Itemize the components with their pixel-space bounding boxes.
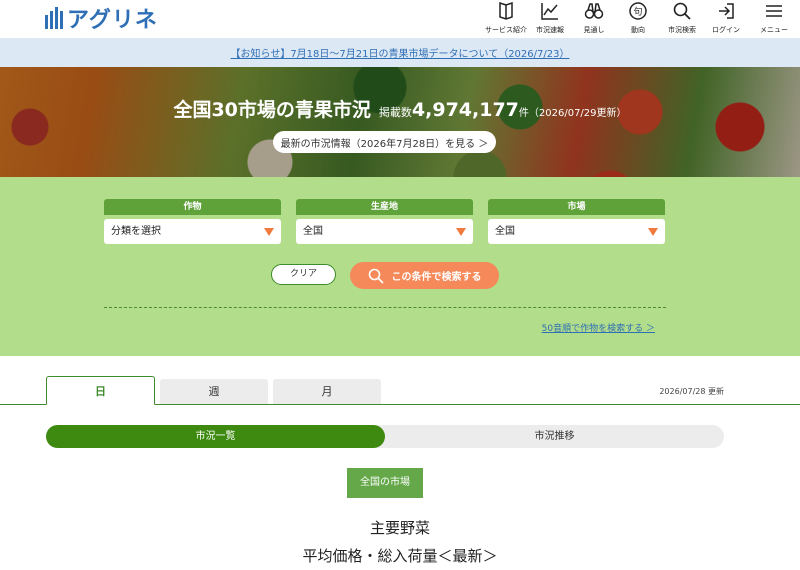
tab-week[interactable]: 週 [160,379,268,404]
segment-market-trend[interactable]: 市況推移 [385,425,724,448]
hero-overlay [0,67,800,177]
notice-link[interactable]: 【お知らせ】7月18日〜7月21日の青果市場データについて（2026/7/23） [231,45,570,60]
origin-field: 生産地 全国 [296,199,473,244]
update-date: 2026/07/28 更新 [659,387,724,396]
nav-trend-label: 動向 [631,26,645,34]
notice-bar: 【お知らせ】7月18日〜7月21日の青果市場データについて（2026/7/23） [0,38,800,67]
search-icon [673,2,691,20]
view-switch: 市況一覧 市況推移 [46,425,724,448]
dropdown-arrow-icon [648,228,658,236]
nav-outlook[interactable]: 見通し [572,0,616,38]
hero-count-unit: 件 [518,108,529,119]
nav-login-label: ログイン [712,26,740,34]
site-header: アグリネ サービス紹介 市況速報 見通し 句 動向 市況検索 ログイン メニュー [0,0,800,38]
nav-outlook-label: 見通し [583,26,605,34]
nav-menu-label: メニュー [760,26,788,34]
origin-select[interactable]: 全国 [296,219,473,244]
line-chart-icon [541,3,558,20]
site-logo[interactable]: アグリネ [45,5,158,33]
search-submit-button[interactable]: この条件で検索する [350,262,499,289]
hero-updated: （2026/07/29更新） [528,108,627,119]
section-title: 主要野菜 [369,519,430,537]
crop-select[interactable]: 分類を選択 [104,219,281,244]
nav-service[interactable]: サービス紹介 [484,0,528,38]
hero-banner: 全国30市場の青果市況 掲載数4,974,177件（2026/07/29更新） 最… [0,67,800,177]
hero-title: 全国30市場の青果市況 掲載数4,974,177件（2026/07/29更新） [0,95,800,122]
login-icon [719,3,734,19]
nav-market-search[interactable]: 市況検索 [660,0,704,38]
origin-select-value: 全国 [303,226,323,237]
logo-text: アグリネ [67,8,158,33]
hero-count: 4,974,177 [411,99,519,121]
latest-market-button[interactable]: 最新の市況情報（2026年7月28日）を見る ＞ [273,131,496,153]
tab-day[interactable]: 日 [46,376,155,405]
search-panel: 作物 分類を選択 生産地 全国 市場 全国 クリア この条件で検索する 50音順… [0,177,800,356]
nav-login[interactable]: ログイン [704,0,748,38]
market-select-value: 全国 [495,226,515,237]
svg-text:句: 句 [633,6,642,18]
nav-market-flash[interactable]: 市況速報 [528,0,572,38]
trend-badge-icon: 句 [629,2,647,20]
segment-market-list[interactable]: 市況一覧 [46,425,385,448]
global-nav: サービス紹介 市況速報 見通し 句 動向 市況検索 ログイン メニュー [484,0,800,38]
book-icon [499,1,513,20]
nav-service-label: サービス紹介 [485,26,527,34]
crop-select-value: 分類を選択 [111,226,161,237]
divider [104,307,666,308]
nav-market-flash-label: 市況速報 [536,26,564,34]
dropdown-arrow-icon [456,228,466,236]
hero-count-label: 掲載数 [378,106,412,119]
binoculars-icon [584,3,604,19]
tab-month[interactable]: 月 [273,379,381,404]
search-icon [368,268,384,284]
crop-field-label: 作物 [104,199,281,215]
search-submit-label: この条件で検索する [391,272,482,283]
section-subtitle: 平均価格・総入荷量＜最新＞ [302,547,498,565]
dropdown-arrow-icon [264,228,274,236]
nav-market-search-label: 市況検索 [668,26,696,34]
market-badge: 全国の市場 [347,468,423,498]
crop-field: 作物 分類を選択 [104,199,281,244]
nav-trend[interactable]: 句 動向 [616,0,660,38]
clear-button[interactable]: クリア [271,264,336,285]
menu-icon [766,5,782,17]
origin-field-label: 生産地 [296,199,473,215]
nav-menu[interactable]: メニュー [748,0,800,38]
kana-search-link[interactable]: 50音順で作物を検索する ＞ [542,321,655,334]
market-field-label: 市場 [488,199,665,215]
market-select[interactable]: 全国 [488,219,665,244]
market-field: 市場 全国 [488,199,665,244]
hero-title-main: 全国30市場の青果市況 [173,99,371,121]
logo-bars-icon [45,7,63,29]
